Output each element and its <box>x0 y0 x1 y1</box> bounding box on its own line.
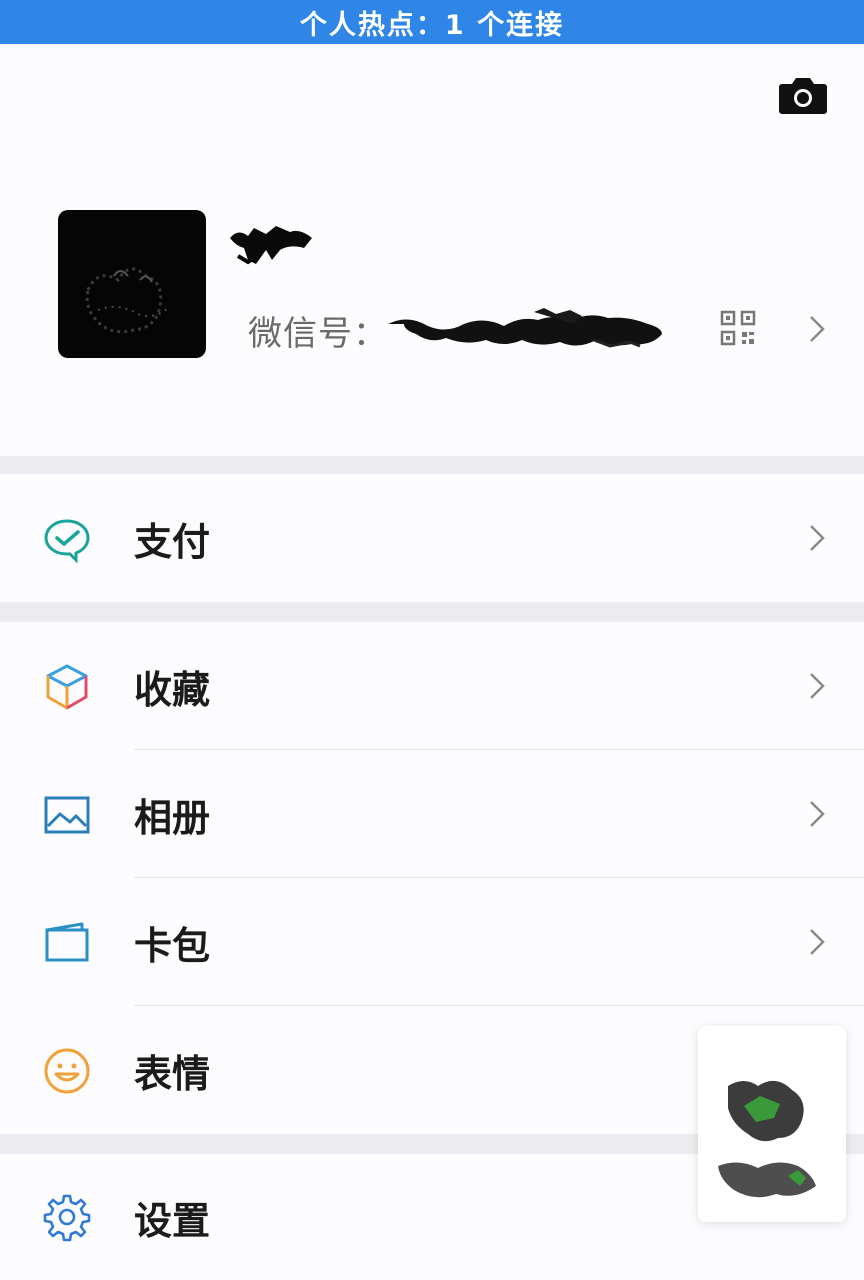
chevron-right-icon <box>810 929 825 955</box>
floating-thumbnail[interactable] <box>698 1026 846 1222</box>
menu-item-favorites[interactable]: 收藏 <box>0 622 864 750</box>
smiley-icon <box>44 1048 90 1094</box>
chevron-right-icon[interactable] <box>808 314 826 344</box>
cube-icon <box>46 664 88 710</box>
menu-item-label: 相册 <box>134 795 211 840</box>
nickname-redacted <box>230 226 312 265</box>
avatar[interactable] <box>58 210 206 358</box>
chevron-right-icon <box>810 525 825 551</box>
menu-item-label: 收藏 <box>134 667 211 712</box>
chevron-right-icon <box>810 801 825 827</box>
hotspot-status-text: 个人热点：1 个连接 <box>299 9 565 41</box>
section-gap <box>0 456 864 474</box>
menu-item-cards[interactable]: 卡包 <box>0 878 864 1006</box>
hotspot-status-bar[interactable]: 个人热点：1 个连接 <box>0 0 864 44</box>
camera-icon[interactable] <box>778 74 828 116</box>
pay-icon <box>44 519 90 564</box>
avatar-image <box>85 267 169 334</box>
floating-thumbnail-image <box>718 1080 816 1198</box>
profile-header: 微信号： <box>0 44 864 456</box>
gear-icon <box>43 1194 91 1242</box>
chevron-right-icon <box>810 673 825 699</box>
wechat-id-redacted <box>388 308 662 348</box>
menu-item-label: 表情 <box>134 1051 211 1096</box>
section-gap <box>0 602 864 622</box>
menu-item-label: 支付 <box>134 519 211 564</box>
wallet-icon <box>45 922 89 962</box>
menu-item-label: 设置 <box>134 1198 211 1243</box>
picture-icon <box>44 796 90 834</box>
wechat-id-label: 微信号： <box>248 314 388 354</box>
pay-section: 支付 <box>0 474 864 602</box>
menu-item-label: 卡包 <box>134 923 211 968</box>
qr-code-icon[interactable] <box>720 310 756 346</box>
menu-item-pay[interactable]: 支付 <box>0 474 864 602</box>
menu-item-album[interactable]: 相册 <box>0 750 864 878</box>
